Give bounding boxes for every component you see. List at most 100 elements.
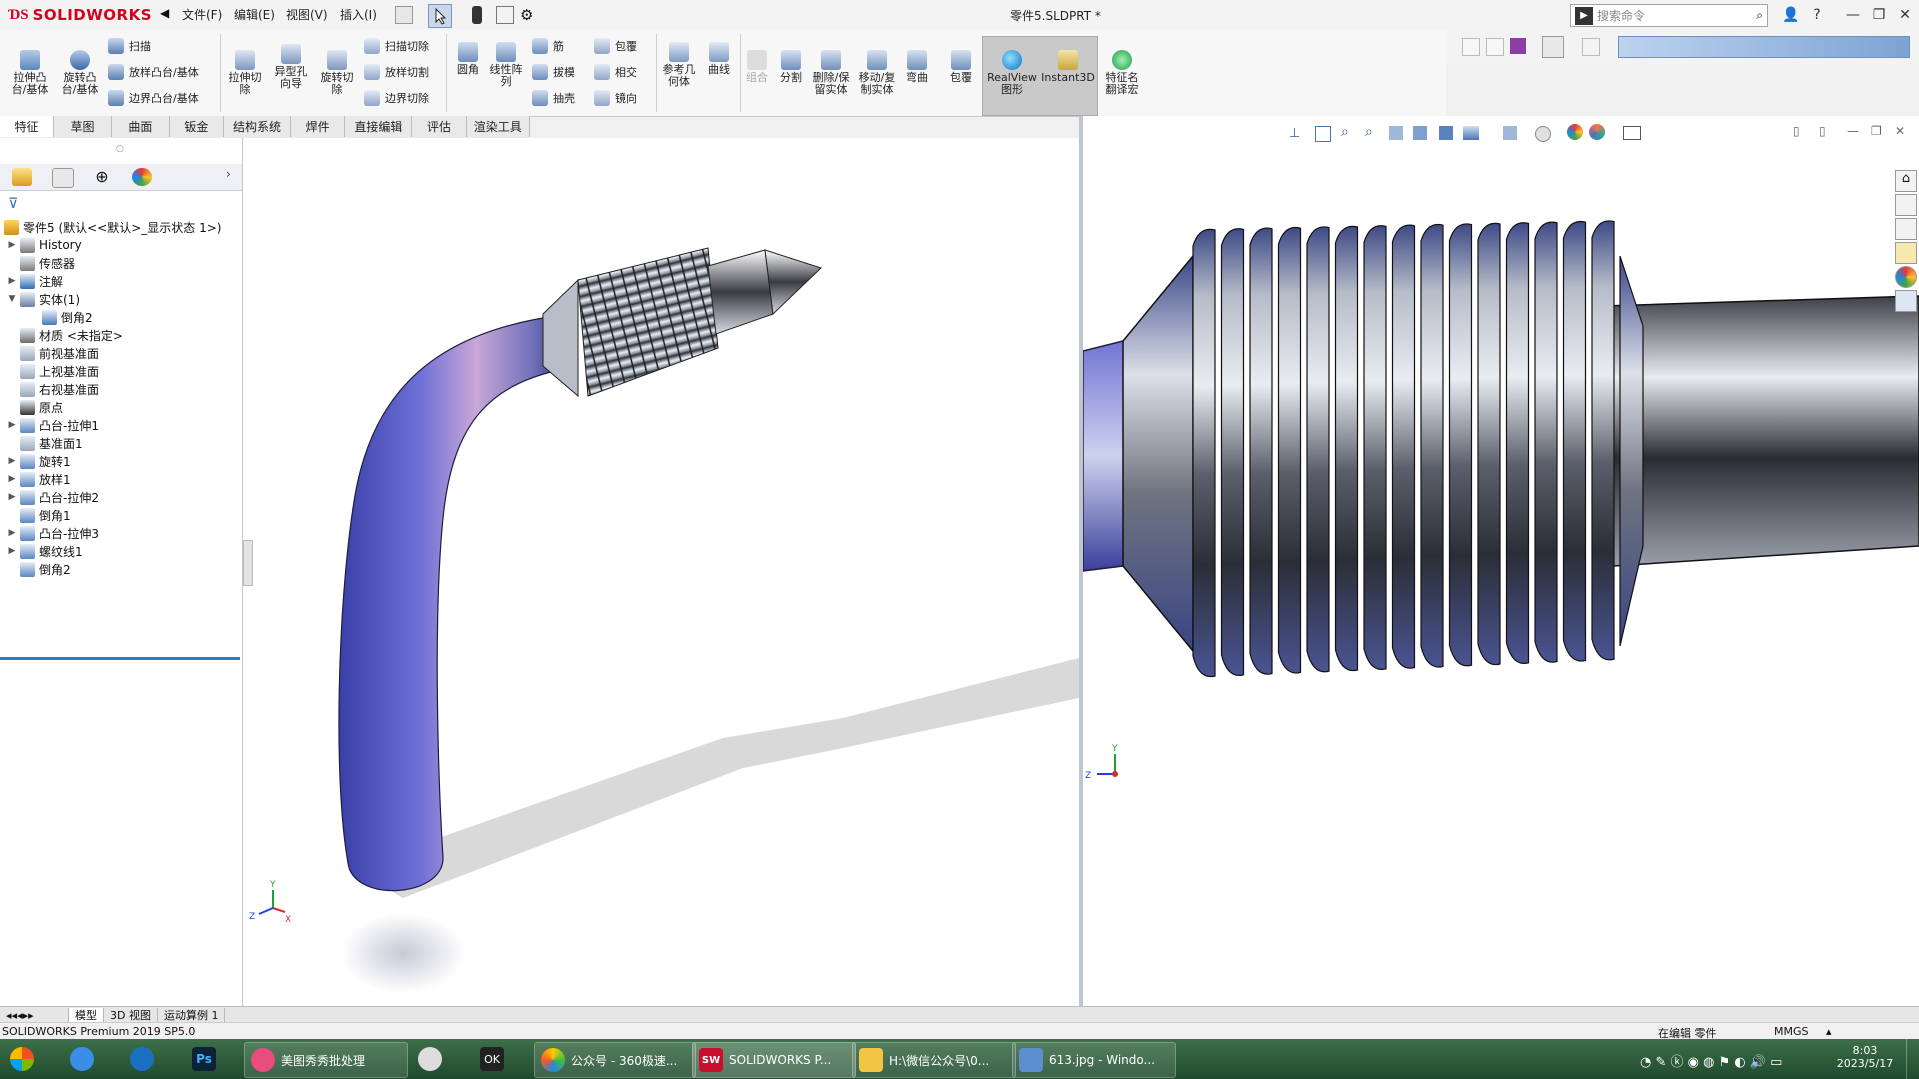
tree-item[interactable]: 基准面1 bbox=[6, 434, 83, 452]
rib-button[interactable]: 筋 bbox=[532, 38, 564, 54]
menu-insert[interactable]: 插入(I) bbox=[340, 6, 377, 23]
menu-edit[interactable]: 编辑(E) bbox=[234, 6, 275, 23]
hole-wizard-button[interactable]: 异型孔 向导 bbox=[270, 44, 312, 90]
tray-icons[interactable]: ◔ ✎ ⓚ ◉ ◍ ⚑ ◐ 🔊 ▭ bbox=[1640, 1051, 1782, 1070]
tab-weldments[interactable]: 焊件 bbox=[291, 116, 346, 137]
view-orientation-box-icon[interactable] bbox=[1439, 126, 1453, 140]
selection-filters-group[interactable] bbox=[1618, 36, 1910, 58]
taskbar-solidworks[interactable]: SW SOLIDWORKS P... bbox=[692, 1042, 856, 1078]
reference-geometry-button[interactable]: 参考几 何体 bbox=[660, 42, 698, 88]
panel-collapse-handle[interactable] bbox=[243, 540, 253, 586]
tree-item[interactable]: ▼ 实体(1) bbox=[6, 290, 80, 308]
design-library-icon[interactable] bbox=[1895, 194, 1917, 216]
taskbar-app-4[interactable]: OK bbox=[474, 1042, 510, 1076]
loft-button[interactable]: 放样凸台/基体 bbox=[108, 64, 199, 80]
tree-item[interactable]: ▶ 旋转1 bbox=[6, 452, 71, 470]
configuration-manager-tab-icon[interactable]: ⊕ bbox=[92, 168, 112, 186]
tree-item[interactable]: 传感器 bbox=[6, 254, 75, 272]
taskbar-360-browser[interactable]: 公众号 - 360极速... bbox=[534, 1042, 696, 1078]
instant3d-button[interactable]: Instant3D bbox=[1040, 50, 1096, 84]
tab-model[interactable]: 模型 bbox=[69, 1007, 104, 1023]
help-button[interactable]: ? bbox=[1804, 4, 1830, 26]
search-command-box[interactable]: ▶ 搜索命令 ⌕ bbox=[1570, 4, 1768, 27]
realview-button[interactable]: RealView 图形 bbox=[986, 50, 1038, 96]
tree-item[interactable]: ▶ 注解 bbox=[6, 272, 63, 290]
filter-toggle-icon[interactable] bbox=[1486, 38, 1504, 56]
property-manager-tab-icon[interactable] bbox=[52, 168, 74, 188]
extruded-boss-button[interactable]: 拉伸凸 台/基体 bbox=[8, 50, 52, 96]
view-settings-icon[interactable] bbox=[1623, 126, 1641, 140]
filter-icon[interactable] bbox=[1462, 38, 1480, 56]
tab-render-tools[interactable]: 渲染工具 bbox=[467, 116, 531, 137]
viewport-close-button[interactable]: ✕ bbox=[1895, 124, 1905, 138]
panel-arrow-icon[interactable]: › bbox=[226, 167, 231, 181]
edit-appearance-icon[interactable] bbox=[1535, 126, 1551, 142]
section-view-icon[interactable] bbox=[1389, 126, 1403, 140]
feature-tree-tab-icon[interactable] bbox=[12, 168, 32, 186]
dynamic-annotation-icon[interactable] bbox=[1413, 126, 1427, 140]
taskbar-app-1[interactable] bbox=[64, 1042, 100, 1076]
revolved-cut-button[interactable]: 旋转切 除 bbox=[316, 50, 358, 96]
menu-view[interactable]: 视图(V) bbox=[286, 6, 328, 23]
tree-item[interactable]: 上视基准面 bbox=[6, 362, 99, 380]
restore-button[interactable]: ❐ bbox=[1866, 4, 1892, 26]
taskbar-explorer[interactable]: H:\微信公众号\0... bbox=[852, 1042, 1016, 1078]
appearances-scenes-icon[interactable] bbox=[1895, 266, 1917, 288]
boundary-cut-button[interactable]: 边界切除 bbox=[364, 90, 429, 106]
view-palette-icon[interactable] bbox=[1895, 242, 1917, 264]
zoom-to-fit-icon[interactable] bbox=[1315, 126, 1331, 142]
wrap-button[interactable]: 包覆 bbox=[946, 50, 976, 84]
apply-scene-icon[interactable] bbox=[1567, 124, 1583, 140]
taskbar-app-3[interactable] bbox=[412, 1042, 448, 1076]
combine-button[interactable]: 组合 bbox=[742, 50, 772, 84]
expand-arrow-icon[interactable]: ▼ bbox=[6, 294, 18, 304]
swept-cut-button[interactable]: 扫描切除 bbox=[364, 38, 429, 54]
filter-color-icon[interactable] bbox=[1510, 38, 1526, 54]
move-copy-body-button[interactable]: 移动/复 制实体 bbox=[856, 50, 898, 96]
expand-arrow-icon[interactable]: ▶ bbox=[6, 546, 18, 556]
undo-icon[interactable] bbox=[395, 6, 413, 24]
tab-surfaces[interactable]: 曲面 bbox=[112, 116, 170, 137]
mirror-button[interactable]: 镜向 bbox=[594, 90, 637, 106]
panel-grip-icon[interactable]: ○ bbox=[116, 144, 124, 154]
fillet-button[interactable]: 圆角 bbox=[452, 42, 484, 76]
minimize-button[interactable]: — bbox=[1840, 4, 1866, 26]
tree-item[interactable]: ▶ 凸台-拉伸3 bbox=[6, 524, 99, 542]
expand-arrow-icon[interactable]: ▶ bbox=[6, 456, 18, 466]
viewport-minimize-button[interactable]: — bbox=[1847, 124, 1859, 138]
tab-motion-study[interactable]: 运动算例 1 bbox=[158, 1007, 226, 1023]
wrap-row-button[interactable]: 包覆 bbox=[594, 38, 637, 54]
tree-item[interactable]: 右视基准面 bbox=[6, 380, 99, 398]
close-button[interactable]: ✕ bbox=[1892, 4, 1918, 26]
tab-3d-views[interactable]: 3D 视图 bbox=[104, 1007, 158, 1023]
start-button[interactable] bbox=[4, 1042, 40, 1076]
graphics-viewport-left[interactable]: Y Z X bbox=[243, 138, 1079, 1006]
taskbar-photoshop[interactable]: Ps bbox=[186, 1042, 222, 1076]
tab-structure-system[interactable]: 结构系统 bbox=[224, 116, 292, 137]
user-icon[interactable]: 👤 bbox=[1778, 4, 1804, 26]
zoom-to-area-icon[interactable]: ⌕ bbox=[1341, 124, 1349, 140]
lofted-cut-button[interactable]: 放样切割 bbox=[364, 64, 429, 80]
tab-sheet-metal[interactable]: 钣金 bbox=[170, 116, 224, 137]
units-chevron-icon[interactable]: ▴ bbox=[1826, 1025, 1832, 1038]
tree-root-part[interactable]: 零件5 (默认<<默认>_显示状态 1>) bbox=[0, 218, 221, 236]
taskbar-meitu[interactable]: 美图秀秀批处理 bbox=[244, 1042, 408, 1078]
feature-name-macro-button[interactable]: 特征名 翻译宏 bbox=[1100, 50, 1144, 96]
shell-button[interactable]: 抽壳 bbox=[532, 90, 575, 106]
show-desktop-button[interactable] bbox=[1906, 1039, 1919, 1079]
expand-arrow-icon[interactable]: ▶ bbox=[6, 474, 18, 484]
expand-arrow-icon[interactable]: ▶ bbox=[6, 420, 18, 430]
menu-file[interactable]: 文件(F) bbox=[182, 6, 222, 23]
tree-item[interactable]: ▶ 螺纹线1 bbox=[6, 542, 83, 560]
previous-view-icon[interactable]: ⌕ bbox=[1365, 124, 1373, 140]
tab-features[interactable]: 特征 bbox=[0, 116, 55, 137]
tree-item[interactable]: ▶ History bbox=[6, 236, 82, 254]
expand-arrow-icon[interactable]: ▶ bbox=[6, 240, 18, 250]
expand-arrow-icon[interactable]: ▶ bbox=[6, 276, 18, 286]
tree-item[interactable]: 倒角2 bbox=[28, 308, 93, 326]
graphics-viewport-right[interactable]: Y Z bbox=[1083, 116, 1919, 1006]
search-icon[interactable]: ⌕ bbox=[1756, 8, 1763, 23]
filter-tree-icon[interactable]: ⊽ bbox=[8, 196, 18, 212]
clear-filter-icon[interactable] bbox=[1582, 38, 1600, 56]
sweep-button[interactable]: 扫描 bbox=[108, 38, 151, 54]
